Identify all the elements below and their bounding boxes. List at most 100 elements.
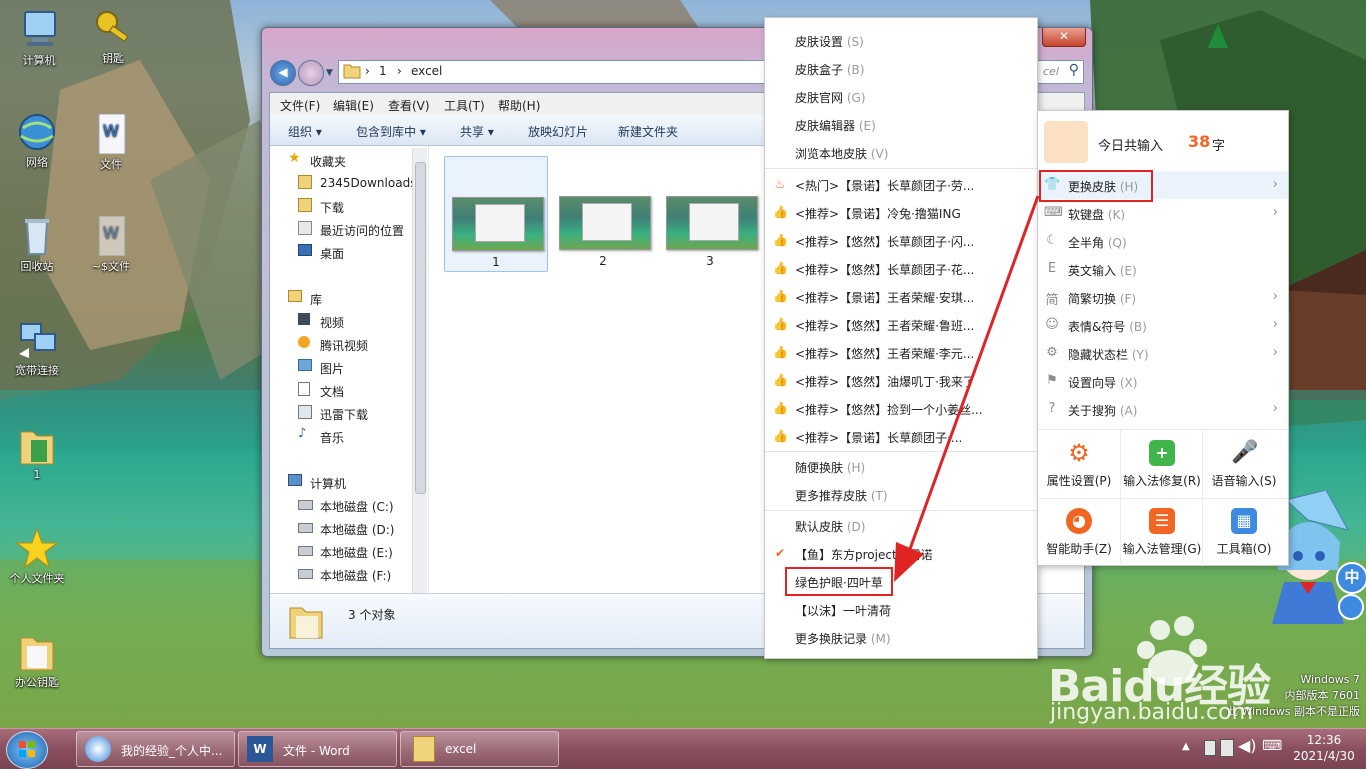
tencent-video-icon xyxy=(298,336,310,348)
sogou-item-setup-wizard[interactable]: ⚑ 设置向导 (X) xyxy=(1038,367,1288,395)
back-button[interactable]: ◀ xyxy=(270,60,296,86)
sogou-item-hide-status-bar[interactable]: ⚙ 隐藏状态栏 (Y) › xyxy=(1038,339,1288,367)
management-icon: ☰ xyxy=(1149,508,1175,534)
sogou-item-simplified-traditional[interactable]: 简简繁切换 (F) › xyxy=(1038,283,1288,311)
tray-clock[interactable]: 12:36 2021/4/30 xyxy=(1284,732,1364,764)
tool-ime-repair[interactable]: + 输入法修复(R) xyxy=(1121,430,1203,496)
tool-smart-assistant[interactable]: ◕ 智能助手(Z) xyxy=(1038,498,1120,564)
thumbs-up-icon: 👍 xyxy=(773,289,788,303)
menu-item-browse-local-skin[interactable]: 浏览本地皮肤 (V) xyxy=(765,138,1037,166)
tool-label: 语音输入(S) xyxy=(1211,474,1277,488)
folder-icon xyxy=(413,736,435,762)
sogou-item-shortcut: (A) xyxy=(1119,404,1138,418)
forward-button[interactable] xyxy=(298,60,324,86)
sogou-item-soft-keyboard[interactable]: ⌨ 软键盘 (K) › xyxy=(1038,199,1288,227)
navigation-pane: ★ 收藏夹 2345Downloads 下载 最近访问的位置 桌面 库 视频 腾… xyxy=(270,146,429,603)
sogou-item-shortcut: (E) xyxy=(1119,264,1137,278)
sogou-item-full-half-width[interactable]: ☾ 全半角 (Q) xyxy=(1038,227,1288,255)
file-item[interactable]: 2 xyxy=(552,156,654,270)
menu-item-skin-editor[interactable]: 皮肤编辑器 (E) xyxy=(765,110,1037,138)
desktop-icon-label: 文件 xyxy=(100,158,122,171)
window-close-button[interactable]: ✕ xyxy=(1042,28,1086,47)
share-button[interactable]: 共享 ▾ xyxy=(460,123,494,140)
history-dropdown-icon[interactable]: ▼ xyxy=(326,68,333,78)
menu-item-skin-box[interactable]: 皮肤盒子 (B) xyxy=(765,54,1037,82)
library-icon xyxy=(288,290,302,302)
breadcrumb-item[interactable]: 1 xyxy=(379,64,387,78)
download-folder-icon xyxy=(298,198,312,212)
desktop-icon-personal-folder[interactable]: 个人文件夹 xyxy=(2,527,72,586)
menu-edit[interactable]: 编辑(E) xyxy=(333,97,374,114)
ime-settings-bubble[interactable] xyxy=(1338,594,1364,620)
sogou-item-english-input[interactable]: E 英文输入 (E) xyxy=(1038,255,1288,283)
drive-icon xyxy=(298,500,313,510)
menu-item-skin-settings[interactable]: 皮肤设置 (S) xyxy=(765,26,1037,54)
new-folder-button[interactable]: 新建文件夹 xyxy=(618,123,678,140)
menu-item-skin-website[interactable]: 皮肤官网 (G) xyxy=(765,82,1037,110)
desktop-icon-recycle-bin[interactable]: 回收站 xyxy=(2,216,72,274)
desktop-icon-network[interactable]: 网络 xyxy=(2,112,72,170)
taskbar-item-label: excel xyxy=(445,742,477,756)
include-in-library-button[interactable]: 包含到库中 ▾ xyxy=(356,123,426,140)
search-icon[interactable]: ⚲ xyxy=(1069,62,1079,78)
nav-label: 桌面 xyxy=(320,247,345,261)
sogou-item-emoji-symbols[interactable]: ☺ 表情&符号 (B) › xyxy=(1038,311,1288,339)
desktop-icon-computer[interactable]: 计算机 xyxy=(4,10,74,68)
menu-file[interactable]: 文件(F) xyxy=(280,97,320,114)
desktop-icon-broadband[interactable]: 宽带连接 xyxy=(2,320,72,378)
menu-tools[interactable]: 工具(T) xyxy=(444,97,485,114)
desktop-icon-temp-file[interactable]: W ~$文件 xyxy=(76,215,146,274)
menu-item-shortcut: (D) xyxy=(846,520,866,534)
tool-properties[interactable]: ⚙ 属性设置(P) xyxy=(1038,430,1120,496)
organize-button[interactable]: 组织 ▾ xyxy=(288,123,322,140)
menu-item-more-skin-history[interactable]: 更多换肤记录 (M) xyxy=(765,623,1037,651)
breadcrumb-separator: › xyxy=(365,64,370,78)
desktop-icon-label: 1 xyxy=(33,468,41,481)
tool-label: 工具箱(O) xyxy=(1216,542,1272,556)
tray-usb-icon[interactable] xyxy=(1204,740,1216,756)
desktop-icon-office-key[interactable]: 办公钥匙 xyxy=(2,632,72,690)
document-icon xyxy=(298,382,310,396)
desktop-icon-key[interactable]: 钥匙 xyxy=(78,8,148,66)
grid-apps-icon: ▦ xyxy=(1231,508,1257,534)
breadcrumb-item[interactable]: excel xyxy=(411,64,442,78)
sogou-item-about[interactable]: ? 关于搜狗 (A) › xyxy=(1038,395,1288,423)
menu-help[interactable]: 帮助(H) xyxy=(498,97,540,114)
thumbs-up-icon: 👍 xyxy=(773,317,788,331)
tool-voice-input[interactable]: 🎤 语音输入(S) xyxy=(1203,430,1285,496)
tray-expand-icon[interactable]: ▲ xyxy=(1182,741,1190,752)
file-item[interactable]: 1 xyxy=(444,156,548,272)
check-icon: ✔ xyxy=(774,546,786,560)
desktop-icon-label: 钥匙 xyxy=(102,52,124,65)
browser-icon xyxy=(85,736,111,762)
nav-pane-scrollbar[interactable] xyxy=(412,148,427,603)
image-thumbnail xyxy=(452,197,544,251)
tool-ime-management[interactable]: ☰ 输入法管理(G) xyxy=(1121,498,1203,564)
scrollbar-thumb[interactable] xyxy=(415,162,426,494)
tray-ime-icon[interactable]: ⌨ xyxy=(1262,738,1282,754)
navigation-buttons: ◀ ▼ xyxy=(270,60,336,86)
nav-label: 腾讯视频 xyxy=(320,339,369,353)
menu-view[interactable]: 查看(V) xyxy=(388,97,430,114)
computer-icon xyxy=(288,474,302,486)
nav-label: 本地磁盘 (C:) xyxy=(320,500,394,514)
desktop-icon-file[interactable]: W 文件 xyxy=(76,113,146,172)
tool-toolbox[interactable]: ▦ 工具箱(O) xyxy=(1203,498,1285,564)
menu-item-lotus-skin[interactable]: 【以沫】一叶清荷 xyxy=(765,595,1037,623)
menu-item-shortcut: (B) xyxy=(846,63,865,77)
sogou-item-label: 表情&符号 xyxy=(1068,320,1126,334)
taskbar-item-word[interactable]: W 文件 - Word xyxy=(238,731,397,767)
taskbar-item-explorer[interactable]: excel xyxy=(400,731,559,767)
desktop-icon-folder-1[interactable]: 1 xyxy=(2,426,72,481)
file-item[interactable]: 3 xyxy=(659,156,761,270)
slideshow-button[interactable]: 放映幻灯片 xyxy=(528,123,588,140)
gear-icon: ⚙ xyxy=(1068,439,1090,467)
taskbar-item-browser[interactable]: 我的经验_个人中... xyxy=(76,731,235,767)
chevron-right-icon: › xyxy=(1272,317,1278,332)
folder-icon xyxy=(20,637,54,671)
ime-status-bubble[interactable]: 中 xyxy=(1336,562,1366,594)
tray-network-icon[interactable] xyxy=(1220,739,1234,757)
tray-volume-icon[interactable]: ◀) xyxy=(1238,736,1257,755)
wps-document-icon: W xyxy=(98,215,126,257)
start-button[interactable] xyxy=(6,731,48,769)
